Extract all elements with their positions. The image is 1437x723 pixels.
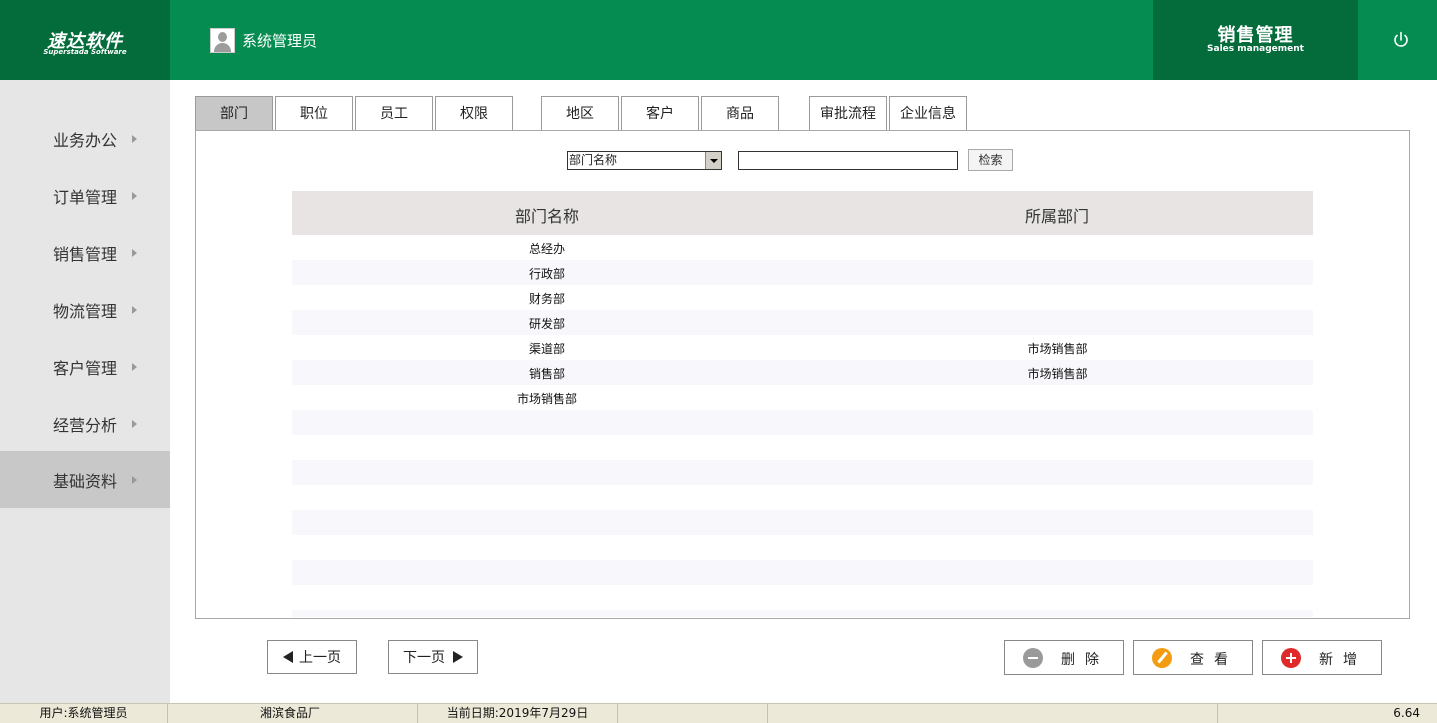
app-logo: 速达软件 Superstada Software	[0, 0, 170, 80]
tab-department[interactable]: 部门	[195, 96, 273, 131]
logo-text-en: Superstada Software	[43, 48, 127, 56]
sidebar: 业务办公 订单管理 销售管理 物流管理 客户管理 经营分析 基础资料	[0, 80, 170, 703]
tab-position[interactable]: 职位	[275, 96, 353, 131]
table-row[interactable]: 行政部	[292, 260, 1313, 285]
table-row-empty	[292, 435, 1313, 460]
table-row[interactable]: 渠道部 市场销售部	[292, 335, 1313, 360]
status-version: 6.64	[1393, 706, 1420, 720]
chevron-right-icon	[132, 475, 137, 484]
sidebar-item-customers[interactable]: 客户管理	[0, 338, 170, 395]
view-label: 查看	[1190, 652, 1238, 668]
table-row[interactable]: 总经办	[292, 235, 1313, 260]
sidebar-item-label: 客户管理	[53, 358, 118, 378]
table-row-empty	[292, 510, 1313, 535]
sidebar-item-analysis[interactable]: 经营分析	[0, 395, 170, 452]
add-button[interactable]: 新增	[1262, 640, 1382, 675]
cell-dept-name: 总经办	[528, 242, 565, 256]
user-name: 系统管理员	[242, 31, 318, 50]
tab-company-info[interactable]: 企业信息	[889, 96, 967, 131]
chevron-right-icon	[132, 419, 137, 428]
power-icon[interactable]	[1390, 29, 1412, 51]
delete-label: 删除	[1061, 652, 1109, 668]
status-company: 湘滨食品厂	[168, 704, 418, 723]
sidebar-item-office[interactable]: 业务办公	[0, 110, 170, 167]
search-field-value: 部门名称	[569, 153, 618, 167]
header-bar: 速达软件 Superstada Software 系统管理员 销售管理 Sale…	[0, 0, 1437, 80]
tab-product[interactable]: 商品	[701, 96, 779, 131]
cell-dept-name: 销售部	[528, 367, 565, 381]
tab-region[interactable]: 地区	[541, 96, 619, 131]
table-row[interactable]: 财务部	[292, 285, 1313, 310]
table-row-empty	[292, 610, 1313, 617]
status-bar: 用户:系统管理员 湘滨食品厂 当前日期:2019年7月29日 6.64	[0, 703, 1437, 723]
chevron-right-icon	[132, 191, 137, 200]
search-input[interactable]	[738, 151, 958, 170]
status-user: 用户:系统管理员	[0, 704, 168, 723]
prev-page-label: 上一页	[299, 650, 341, 666]
delete-button[interactable]: 删除	[1004, 640, 1124, 675]
cell-dept-name: 市场销售部	[516, 392, 577, 406]
sidebar-item-sales[interactable]: 销售管理	[0, 224, 170, 281]
tab-employee[interactable]: 员工	[355, 96, 433, 131]
table-row-empty	[292, 585, 1313, 610]
table-row[interactable]: 市场销售部	[292, 385, 1313, 410]
prev-page-button[interactable]: 上一页	[267, 640, 357, 674]
module-title: 销售管理 Sales management	[1153, 0, 1358, 80]
cell-dept-name: 研发部	[528, 317, 565, 331]
sidebar-item-basic-data[interactable]: 基础资料	[0, 451, 170, 508]
next-page-label: 下一页	[403, 650, 445, 666]
table-row-empty	[292, 410, 1313, 435]
sidebar-item-label: 基础资料	[53, 471, 118, 491]
triangle-right-icon	[453, 651, 463, 663]
sidebar-item-logistics[interactable]: 物流管理	[0, 281, 170, 338]
tab-permission[interactable]: 权限	[435, 96, 513, 131]
module-title-en: Sales management	[1207, 44, 1304, 54]
cell-dept-name: 行政部	[528, 267, 565, 281]
search-button[interactable]: 检索	[968, 149, 1013, 171]
chevron-down-icon[interactable]	[705, 152, 721, 169]
status-empty-1	[618, 704, 768, 723]
view-button[interactable]: 查看	[1133, 640, 1253, 675]
chevron-right-icon	[132, 362, 137, 371]
chevron-right-icon	[132, 134, 137, 143]
status-date: 当前日期:2019年7月29日	[418, 704, 618, 723]
chevron-right-icon	[132, 248, 137, 257]
sidebar-item-label: 订单管理	[53, 187, 118, 207]
cell-parent-dept: 市场销售部	[1027, 367, 1088, 381]
current-user: 系统管理员	[210, 27, 318, 53]
plus-circle-icon	[1281, 648, 1301, 668]
minus-circle-icon	[1023, 648, 1043, 668]
cell-parent-dept: 市场销售部	[1027, 342, 1088, 356]
sidebar-item-orders[interactable]: 订单管理	[0, 167, 170, 224]
status-empty-2	[768, 704, 1218, 723]
chevron-right-icon	[132, 305, 137, 314]
sidebar-item-label: 物流管理	[53, 301, 118, 321]
column-header-dept-name: 部门名称	[515, 207, 580, 226]
tab-customer[interactable]: 客户	[621, 96, 699, 131]
tab-approval-flow[interactable]: 审批流程	[809, 96, 887, 131]
table-row-empty	[292, 485, 1313, 510]
triangle-left-icon	[283, 651, 293, 663]
table-row-empty	[292, 460, 1313, 485]
add-label: 新增	[1319, 652, 1367, 668]
sidebar-item-label: 业务办公	[53, 130, 118, 150]
table-row-empty	[292, 535, 1313, 560]
table-header: 部门名称 所属部门	[292, 191, 1313, 235]
pencil-circle-icon	[1152, 648, 1172, 668]
table-row[interactable]: 研发部	[292, 310, 1313, 335]
table-row-empty	[292, 560, 1313, 585]
search-field-select[interactable]: 部门名称	[567, 151, 722, 170]
cell-dept-name: 渠道部	[528, 342, 565, 356]
next-page-button[interactable]: 下一页	[388, 640, 478, 674]
user-avatar-icon	[210, 27, 235, 53]
column-header-parent-dept: 所属部门	[1025, 207, 1090, 226]
cell-dept-name: 财务部	[528, 292, 565, 306]
table-row[interactable]: 销售部 市场销售部	[292, 360, 1313, 385]
sidebar-item-label: 销售管理	[53, 244, 118, 264]
sidebar-item-label: 经营分析	[53, 415, 118, 435]
